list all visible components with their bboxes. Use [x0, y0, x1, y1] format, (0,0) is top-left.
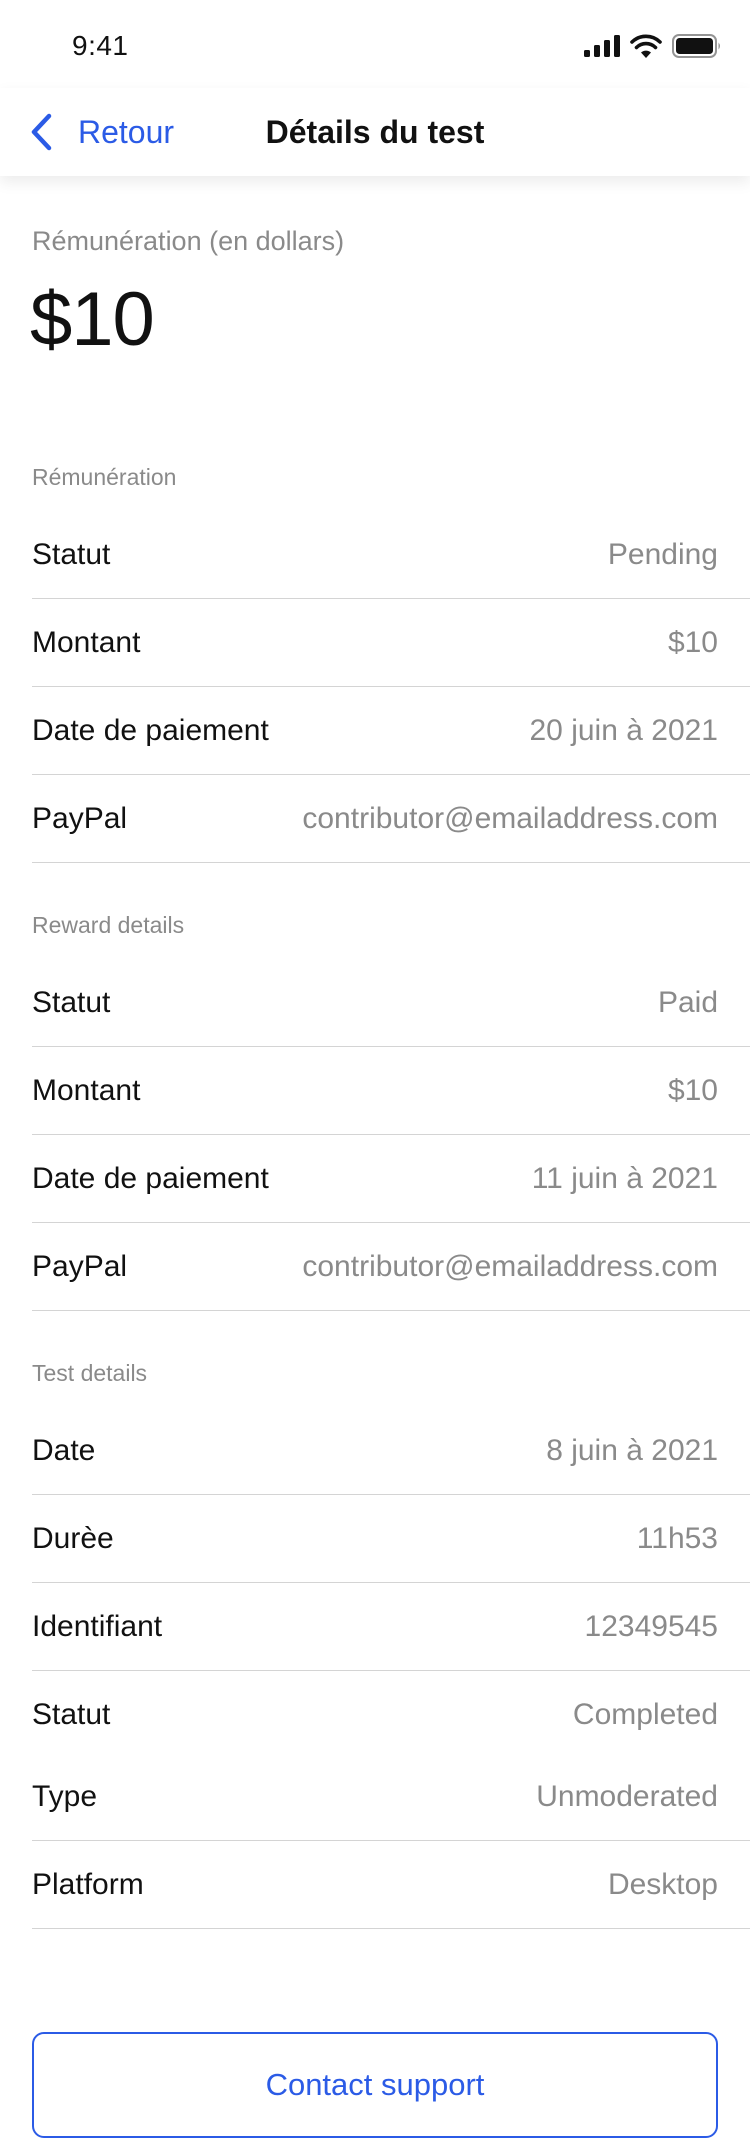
detail-row-duree: Durèe 11h53	[32, 1495, 750, 1583]
row-value: 8 juin à 2021	[546, 1434, 718, 1467]
amount-label: Rémunération (en dollars)	[32, 226, 345, 256]
detail-row-statut: Statut Paid	[32, 959, 750, 1047]
detail-row-identifiant: Identifiant 12349545	[32, 1583, 750, 1671]
cellular-signal-icon	[584, 35, 620, 57]
status-bar: 9:41	[0, 0, 750, 88]
row-value: Completed	[572, 1698, 718, 1731]
wifi-icon	[630, 34, 662, 58]
detail-row-paypal: PayPal contributor@emailaddress.com	[32, 775, 750, 863]
row-label: Statut	[32, 1698, 111, 1731]
row-label: Statut	[32, 986, 111, 1019]
status-icons	[584, 34, 722, 58]
status-time: 9:41	[72, 30, 129, 61]
row-value: Desktop	[607, 1868, 718, 1901]
row-label: Date de paiement	[32, 714, 269, 747]
contact-support-button[interactable]: Contact support	[32, 2032, 718, 2138]
row-value: Unmoderated	[536, 1780, 718, 1813]
detail-row-platform: Platform Desktop	[32, 1841, 750, 1929]
detail-row-date-de-paiement: Date de paiement 11 juin à 2021	[32, 1135, 750, 1223]
row-label: Montant	[32, 626, 141, 659]
row-label: Statut	[32, 538, 111, 571]
back-button[interactable]: Retour	[30, 106, 174, 158]
detail-row-statut: Statut Pending	[32, 511, 750, 599]
navigation-bar: Retour Détails du test	[0, 88, 750, 176]
detail-row-paypal: PayPal contributor@emailaddress.com	[32, 1223, 750, 1311]
back-label: Retour	[78, 113, 175, 150]
row-label: PayPal	[32, 1250, 128, 1283]
row-value: 11h53	[636, 1522, 718, 1555]
chevron-left-icon	[31, 113, 52, 151]
row-value: Paid	[657, 986, 718, 1019]
row-value: $10	[667, 626, 718, 659]
detail-row-type: Type Unmoderated	[32, 1753, 750, 1841]
battery-icon	[672, 34, 720, 58]
row-value: Pending	[607, 538, 718, 571]
row-label: Platform	[32, 1868, 144, 1901]
row-label: Date	[32, 1434, 96, 1467]
detail-row-date-de-paiement: Date de paiement 20 juin à 2021	[32, 687, 750, 775]
detail-row-date: Date 8 juin à 2021	[32, 1407, 750, 1495]
row-value: contributor@emailaddress.com	[302, 802, 718, 835]
row-label: Type	[32, 1780, 98, 1813]
row-label: Durèe	[32, 1522, 114, 1555]
row-label: Montant	[32, 1074, 141, 1107]
row-label: Date de paiement	[32, 1162, 269, 1195]
section-title-test-details: Test details	[32, 1360, 148, 1386]
amount-value: $10	[30, 277, 155, 362]
detail-row-statut: Statut Completed	[32, 1671, 750, 1759]
row-label: PayPal	[32, 802, 128, 835]
detail-row-montant: Montant $10	[32, 599, 750, 687]
row-value: 12349545	[584, 1610, 718, 1643]
row-value: 11 juin à 2021	[531, 1162, 718, 1195]
detail-row-montant: Montant $10	[32, 1047, 750, 1135]
section-title-remuneration: Rémunération	[32, 464, 177, 490]
row-value: 20 juin à 2021	[529, 714, 719, 747]
row-value: contributor@emailaddress.com	[302, 1250, 718, 1283]
row-value: $10	[667, 1074, 718, 1107]
section-title-reward-details: Reward details	[32, 912, 185, 938]
row-label: Identifiant	[32, 1610, 163, 1643]
